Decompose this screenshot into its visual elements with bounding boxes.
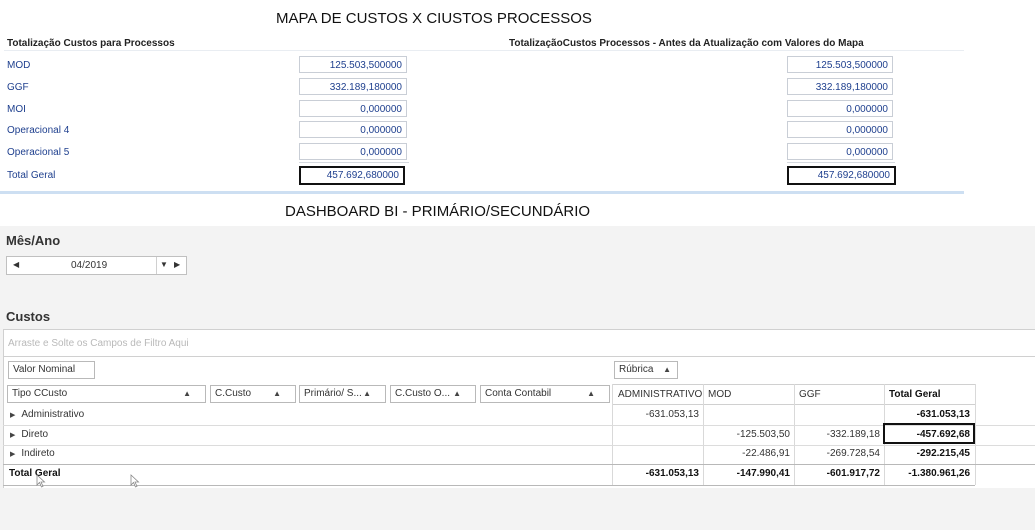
row-field-c-custo[interactable]: C.Custo ▲ [210, 385, 296, 403]
row-field-primario-secundario[interactable]: Primário/ S... ▲ [299, 385, 386, 403]
mes-ano-label: Mês/Ano [6, 233, 61, 248]
row-field-conta-contabil[interactable]: Conta Contabil ▲ [480, 385, 610, 403]
table-row[interactable]: ▶ Direto [10, 429, 48, 440]
right-section-heading: TotalizaçãoCustos Processos - Antes da A… [509, 38, 864, 49]
column-field-rubrica[interactable]: Rúbrica ▲ [614, 361, 678, 379]
mes-ano-picker[interactable]: ◀ 04/2019 ▼ ▶ [6, 256, 187, 275]
sort-ascending-icon: ▲ [663, 365, 671, 374]
row-label: Administrativo [21, 409, 85, 420]
sort-ascending-icon: ▲ [453, 389, 461, 398]
sort-ascending-icon: ▲ [273, 389, 281, 398]
row-label-mod: MOD [7, 60, 31, 71]
cell-administrativo-total: -631.053,13 [916, 409, 970, 420]
expand-arrow-icon[interactable]: ▶ [10, 432, 15, 439]
cell-indireto-total: -292.215,45 [916, 448, 970, 459]
triangle-left-icon[interactable]: ◀ [13, 260, 19, 269]
row-label: Indireto [21, 448, 55, 459]
cell-total-ggf: -601.917,72 [826, 468, 880, 479]
row-field-c-custo-origem[interactable]: C.Custo O... ▲ [390, 385, 476, 403]
right-mod-value[interactable]: 125.503,500000 [787, 56, 893, 73]
mouse-cursor-icon [130, 474, 140, 488]
sort-ascending-icon: ▲ [363, 389, 371, 398]
right-moi-value[interactable]: 0,000000 [787, 100, 893, 117]
left-moi-value[interactable]: 0,000000 [299, 100, 407, 117]
table-row[interactable]: ▶ Indireto [10, 448, 55, 459]
cell-direto-mod: -125.503,50 [736, 429, 790, 440]
col-header-mod[interactable]: MOD [708, 389, 731, 400]
left-mod-value[interactable]: 125.503,500000 [299, 56, 407, 73]
cell-total-mod: -147.990,41 [736, 468, 790, 479]
left-section-heading: Totalização Custos para Processos [7, 38, 175, 49]
data-field-valor-nominal[interactable]: Valor Nominal [8, 361, 95, 379]
row-label-operacional-4: Operacional 4 [7, 125, 70, 136]
dashboard-title: DASHBOARD BI - PRIMÁRIO/SECUNDÁRIO [285, 203, 591, 220]
cell-direto-ggf: -332.189,18 [826, 429, 880, 440]
cell-indireto-mod: -22.486,91 [742, 448, 790, 459]
col-header-total-geral[interactable]: Total Geral [889, 389, 941, 400]
right-operacional-4-value[interactable]: 0,000000 [787, 121, 893, 138]
left-ggf-value[interactable]: 332.189,180000 [299, 78, 407, 95]
cell-total-total-geral: -1.380.961,26 [908, 468, 970, 479]
dropdown-arrow-icon[interactable]: ▼ [160, 260, 168, 269]
right-total-value[interactable]: 457.692,680000 [787, 166, 896, 185]
triangle-right-icon[interactable]: ▶ [174, 260, 180, 269]
row-label-operacional-5: Operacional 5 [7, 147, 70, 158]
row-field-tipo-ccusto[interactable]: Tipo CCusto ▲ [7, 385, 206, 403]
filter-drop-area[interactable]: Arraste e Solte os Campos de Filtro Aqui [8, 338, 189, 349]
cell-total-administrativo: -631.053,13 [645, 468, 699, 479]
mapa-title: MAPA DE CUSTOS X CIUSTOS PROCESSOS [276, 10, 592, 27]
row-label-total-geral: Total Geral [7, 170, 56, 181]
left-operacional-4-value[interactable]: 0,000000 [299, 121, 407, 138]
cell-indireto-ggf: -269.728,54 [826, 448, 880, 459]
cell-direto-total: -457.692,68 [916, 429, 970, 440]
expand-arrow-icon[interactable]: ▶ [10, 451, 15, 458]
cell-administrativo-administrativo: -631.053,13 [645, 409, 699, 420]
row-label: Direto [21, 429, 49, 440]
total-row-label: Total Geral [9, 468, 61, 479]
custos-label: Custos [6, 309, 51, 324]
mouse-cursor-icon [36, 474, 46, 488]
sort-ascending-icon: ▲ [183, 389, 191, 398]
expand-arrow-icon[interactable]: ▶ [10, 412, 15, 419]
right-ggf-value[interactable]: 332.189,180000 [787, 78, 893, 95]
mes-ano-value: 04/2019 [71, 260, 108, 271]
col-header-administrativo[interactable]: ADMINISTRATIVO [618, 389, 702, 400]
row-label-ggf: GGF [7, 82, 29, 93]
left-total-value[interactable]: 457.692,680000 [299, 166, 405, 185]
col-header-ggf[interactable]: GGF [799, 389, 821, 400]
sort-ascending-icon: ▲ [587, 389, 595, 398]
rubrica-label: Rúbrica [619, 364, 654, 375]
right-operacional-5-value[interactable]: 0,000000 [787, 143, 893, 160]
row-label-moi: MOI [7, 104, 26, 115]
left-operacional-5-value[interactable]: 0,000000 [299, 143, 407, 160]
table-row[interactable]: ▶ Administrativo [10, 409, 84, 420]
